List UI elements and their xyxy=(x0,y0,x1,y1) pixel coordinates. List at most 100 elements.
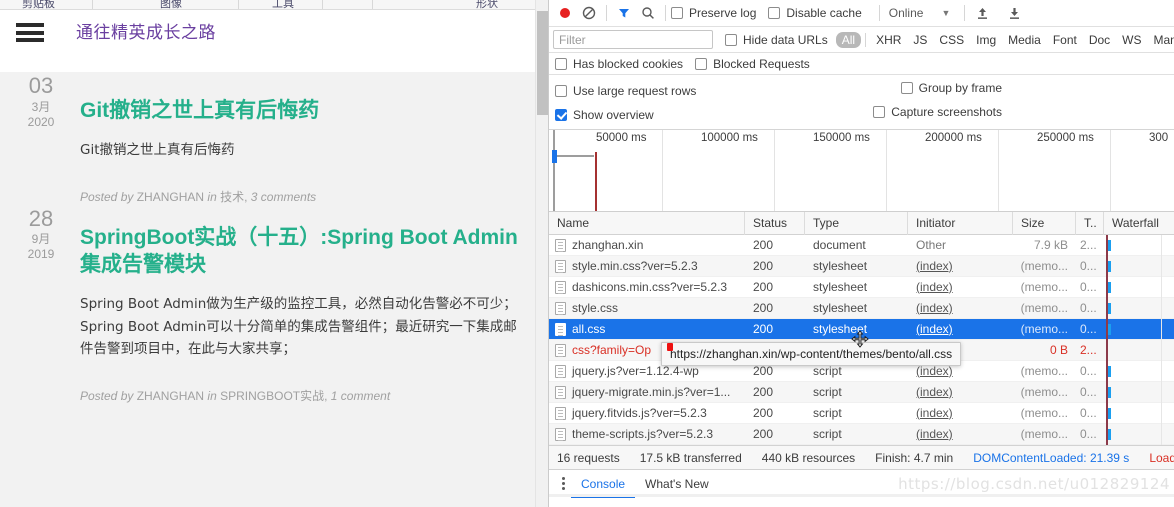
cell-name-text: style.css xyxy=(572,298,618,319)
type-tab-img[interactable]: Img xyxy=(970,32,1002,48)
type-tab-all[interactable]: All xyxy=(836,32,861,48)
cell-name[interactable]: theme-scripts.js?ver=5.2.3 xyxy=(549,424,745,445)
initiator-link[interactable]: (index) xyxy=(916,301,953,315)
type-tab-ws[interactable]: WS xyxy=(1116,32,1147,48)
disable-cache-box[interactable] xyxy=(768,7,780,19)
hide-data-urls-box[interactable] xyxy=(725,34,737,46)
cell-name[interactable]: jquery-migrate.min.js?ver=1... xyxy=(549,382,745,403)
cell-size: (memo... xyxy=(1013,319,1076,340)
cell-name[interactable]: all.css xyxy=(549,319,745,340)
cell-initiator[interactable]: (index) xyxy=(908,424,1013,445)
column-header-type[interactable]: Type xyxy=(805,212,908,235)
post-meta-category[interactable]: 技术 xyxy=(220,190,244,204)
show-overview-checkbox[interactable]: Show overview xyxy=(555,108,654,122)
column-header-size[interactable]: Size xyxy=(1013,212,1076,235)
table-row[interactable]: zhanghan.xin200documentOther7.9 kB2... xyxy=(549,235,1174,256)
post-title[interactable]: SpringBoot实战（十五）:Spring Boot Admin 集成告警模… xyxy=(80,225,518,279)
document-icon xyxy=(555,386,566,399)
table-row[interactable]: dashicons.min.css?ver=5.2.3200stylesheet… xyxy=(549,277,1174,298)
overview-tick-1: 100000 ms xyxy=(701,132,758,144)
initiator-link[interactable]: (index) xyxy=(916,322,953,336)
preserve-log-checkbox[interactable]: Preserve log xyxy=(671,6,756,20)
group-by-frame-checkbox[interactable]: Group by frame xyxy=(901,81,1002,95)
column-header-status[interactable]: Status xyxy=(745,212,805,235)
clear-icon[interactable] xyxy=(577,1,601,25)
type-tab-js[interactable]: JS xyxy=(907,32,933,48)
cell-initiator[interactable]: (index) xyxy=(908,256,1013,277)
browser-toolbar-strip: 剪贴板 图像 工具 形状 xyxy=(0,0,548,10)
table-row[interactable]: theme-scripts.js?ver=5.2.3200script(inde… xyxy=(549,424,1174,445)
cell-name[interactable]: zhanghan.xin xyxy=(549,235,745,256)
column-header-waterfall[interactable]: Waterfall xyxy=(1104,212,1174,235)
use-large-rows-checkbox[interactable]: Use large request rows xyxy=(555,84,696,98)
more-options-icon[interactable] xyxy=(555,477,571,490)
type-tab-manifest[interactable]: Manifest xyxy=(1148,32,1174,48)
initiator-link[interactable]: (index) xyxy=(916,406,953,420)
post-day: 28 xyxy=(8,205,74,233)
site-title[interactable]: 通往精英成长之路 xyxy=(76,18,216,43)
cell-name[interactable]: style.css xyxy=(549,298,745,319)
cell-name[interactable]: jquery.fitvids.js?ver=5.2.3 xyxy=(549,403,745,424)
preserve-log-box[interactable] xyxy=(671,7,683,19)
cell-initiator[interactable]: (index) xyxy=(908,277,1013,298)
initiator-link[interactable]: (index) xyxy=(916,427,953,441)
type-tab-media[interactable]: Media xyxy=(1002,32,1047,48)
page-scrollbar[interactable] xyxy=(535,0,548,507)
summary-requests: 16 requests xyxy=(557,451,620,465)
overview-tick-3: 200000 ms xyxy=(925,132,982,144)
search-icon[interactable] xyxy=(636,1,660,25)
group-by-frame-box[interactable] xyxy=(901,82,913,94)
table-row[interactable]: jquery-migrate.min.js?ver=1...200script(… xyxy=(549,382,1174,403)
type-tab-font[interactable]: Font xyxy=(1047,32,1083,48)
import-har-icon[interactable] xyxy=(970,1,994,25)
cell-name[interactable]: dashicons.min.css?ver=5.2.3 xyxy=(549,277,745,298)
post-title[interactable]: Git撤销之世上真有后悔药 xyxy=(80,98,518,125)
post-meta-comments[interactable]: 3 comments xyxy=(251,190,316,204)
cell-initiator[interactable]: (index) xyxy=(908,298,1013,319)
post-meta-author[interactable]: ZHANGHAN xyxy=(137,389,204,403)
export-har-icon[interactable] xyxy=(1002,1,1026,25)
post-meta-author[interactable]: ZHANGHAN xyxy=(137,190,204,204)
record-icon[interactable] xyxy=(553,1,577,25)
network-overview-timeline[interactable]: 50000 ms 100000 ms 150000 ms 200000 ms 2… xyxy=(549,130,1174,212)
post-year: 2019 xyxy=(8,247,74,262)
throttling-dropdown[interactable]: Online ▼ xyxy=(889,6,951,20)
initiator-link[interactable]: (index) xyxy=(916,385,953,399)
cell-initiator[interactable]: (index) xyxy=(908,382,1013,403)
cell-initiator[interactable]: (index) xyxy=(908,319,1013,340)
column-header-name[interactable]: Name xyxy=(549,212,745,235)
cell-status: 200 xyxy=(745,298,805,319)
show-overview-box[interactable] xyxy=(555,109,567,121)
disable-cache-checkbox[interactable]: Disable cache xyxy=(768,6,861,20)
column-header-initiator[interactable]: Initiator xyxy=(908,212,1013,235)
table-row[interactable]: style.css200stylesheet(index)(memo...0..… xyxy=(549,298,1174,319)
post-meta-comments[interactable]: 1 comment xyxy=(331,389,390,403)
table-row[interactable]: jquery.fitvids.js?ver=5.2.3200script(ind… xyxy=(549,403,1174,424)
column-resize-cursor-icon xyxy=(851,330,869,348)
capture-screenshots-checkbox[interactable]: Capture screenshots xyxy=(873,105,1002,119)
post-meta-category[interactable]: SPRINGBOOT实战 xyxy=(220,389,324,403)
use-large-rows-box[interactable] xyxy=(555,85,567,97)
filter-input[interactable] xyxy=(553,30,713,49)
hamburger-menu-icon[interactable] xyxy=(16,23,44,42)
capture-screenshots-box[interactable] xyxy=(873,106,885,118)
page-scrollbar-thumb[interactable] xyxy=(537,11,548,115)
initiator-link[interactable]: (index) xyxy=(916,259,953,273)
filter-icon[interactable] xyxy=(612,1,636,25)
table-row[interactable]: style.min.css?ver=5.2.3200stylesheet(ind… xyxy=(549,256,1174,277)
type-tab-doc[interactable]: Doc xyxy=(1083,32,1116,48)
has-blocked-cookies-box[interactable] xyxy=(555,58,567,70)
post-meta-in: in xyxy=(207,190,216,204)
blocked-requests-checkbox[interactable]: Blocked Requests xyxy=(695,57,810,71)
cell-time: 0... xyxy=(1076,256,1104,277)
cell-initiator[interactable]: (index) xyxy=(908,403,1013,424)
type-tab-css[interactable]: CSS xyxy=(933,32,970,48)
cell-name[interactable]: style.min.css?ver=5.2.3 xyxy=(549,256,745,277)
initiator-link[interactable]: (index) xyxy=(916,280,953,294)
blocked-requests-label: Blocked Requests xyxy=(713,57,810,71)
hide-data-urls-checkbox[interactable]: Hide data URLs xyxy=(725,33,828,47)
column-header-time[interactable]: T.. xyxy=(1076,212,1104,235)
type-tab-xhr[interactable]: XHR xyxy=(870,32,907,48)
blocked-requests-box[interactable] xyxy=(695,58,707,70)
has-blocked-cookies-checkbox[interactable]: Has blocked cookies xyxy=(555,57,683,71)
